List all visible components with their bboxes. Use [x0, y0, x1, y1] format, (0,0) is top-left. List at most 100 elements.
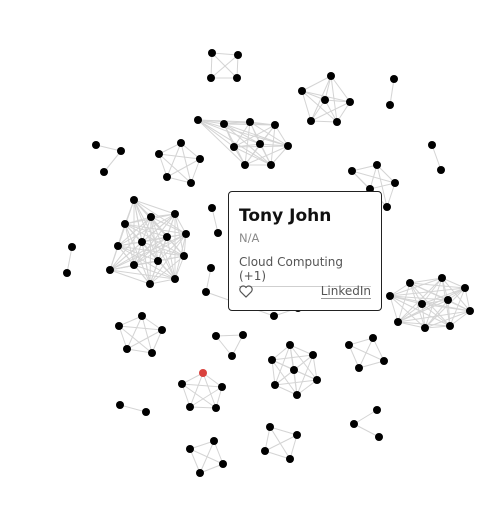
graph-node[interactable]	[180, 252, 188, 260]
graph-node[interactable]	[106, 266, 114, 274]
graph-node[interactable]	[293, 391, 301, 399]
graph-node[interactable]	[461, 284, 469, 292]
graph-node[interactable]	[178, 380, 186, 388]
graph-node[interactable]	[116, 401, 124, 409]
graph-node[interactable]	[271, 121, 279, 129]
graph-node[interactable]	[438, 274, 446, 282]
graph-node[interactable]	[202, 288, 210, 296]
graph-node[interactable]	[386, 101, 394, 109]
graph-node[interactable]	[214, 229, 222, 237]
graph-node[interactable]	[171, 275, 179, 283]
graph-node[interactable]	[261, 447, 269, 455]
graph-node[interactable]	[208, 49, 216, 57]
graph-node[interactable]	[155, 150, 163, 158]
graph-node[interactable]	[196, 155, 204, 163]
profile-tags[interactable]: Cloud Computing (+1)	[239, 255, 371, 287]
graph-node[interactable]	[446, 322, 454, 330]
graph-node[interactable]	[313, 376, 321, 384]
graph-node[interactable]	[123, 345, 131, 353]
graph-node[interactable]	[307, 117, 315, 125]
graph-node[interactable]	[230, 143, 238, 151]
graph-node[interactable]	[146, 280, 154, 288]
graph-node[interactable]	[130, 261, 138, 269]
graph-node[interactable]	[219, 460, 227, 468]
graph-node[interactable]	[373, 161, 381, 169]
graph-node[interactable]	[444, 296, 452, 304]
graph-node[interactable]	[270, 312, 278, 320]
graph-node[interactable]	[114, 242, 122, 250]
graph-node[interactable]	[130, 196, 138, 204]
graph-node[interactable]	[220, 120, 228, 128]
graph-node[interactable]	[309, 351, 317, 359]
graph-node[interactable]	[333, 118, 341, 126]
graph-node[interactable]	[298, 87, 306, 95]
graph-node[interactable]	[117, 147, 125, 155]
graph-node[interactable]	[154, 257, 162, 265]
graph-node[interactable]	[186, 403, 194, 411]
graph-node[interactable]	[100, 168, 108, 176]
graph-node[interactable]	[233, 74, 241, 82]
graph-node[interactable]	[286, 341, 294, 349]
graph-node[interactable]	[212, 332, 220, 340]
graph-node[interactable]	[386, 292, 394, 300]
graph-node[interactable]	[234, 51, 242, 59]
graph-node[interactable]	[284, 142, 292, 150]
graph-node[interactable]	[246, 118, 254, 126]
graph-node[interactable]	[182, 230, 190, 238]
graph-node[interactable]	[186, 445, 194, 453]
graph-node[interactable]	[375, 433, 383, 441]
graph-node[interactable]	[418, 300, 426, 308]
graph-node[interactable]	[171, 210, 179, 218]
graph-node[interactable]	[293, 431, 301, 439]
graph-node[interactable]	[212, 404, 220, 412]
graph-node[interactable]	[380, 357, 388, 365]
graph-node[interactable]	[138, 312, 146, 320]
graph-node[interactable]	[63, 269, 71, 277]
graph-node[interactable]	[121, 220, 129, 228]
graph-node[interactable]	[196, 469, 204, 477]
graph-node[interactable]	[355, 364, 363, 372]
graph-node[interactable]	[241, 161, 249, 169]
graph-node[interactable]	[218, 383, 226, 391]
graph-node[interactable]	[466, 307, 474, 315]
graph-node[interactable]	[290, 366, 298, 374]
graph-node[interactable]	[327, 72, 335, 80]
graph-node[interactable]	[437, 166, 445, 174]
graph-node[interactable]	[268, 356, 276, 364]
graph-node[interactable]	[383, 203, 391, 211]
graph-node[interactable]	[369, 334, 377, 342]
graph-node[interactable]	[373, 406, 381, 414]
graph-node[interactable]	[267, 161, 275, 169]
graph-node[interactable]	[207, 74, 215, 82]
graph-node[interactable]	[138, 238, 146, 246]
graph-node[interactable]	[92, 141, 100, 149]
graph-node[interactable]	[208, 204, 216, 212]
graph-node[interactable]	[271, 381, 279, 389]
graph-node[interactable]	[142, 408, 150, 416]
graph-node[interactable]	[163, 233, 171, 241]
graph-node[interactable]	[350, 420, 358, 428]
graph-node[interactable]	[266, 423, 274, 431]
graph-node[interactable]	[148, 349, 156, 357]
graph-node[interactable]	[390, 75, 398, 83]
heart-icon[interactable]	[239, 285, 253, 298]
graph-node[interactable]	[207, 264, 215, 272]
graph-node[interactable]	[68, 243, 76, 251]
graph-node[interactable]	[428, 141, 436, 149]
graph-node[interactable]	[239, 331, 247, 339]
graph-node[interactable]	[163, 173, 171, 181]
graph-node[interactable]	[194, 116, 202, 124]
graph-node[interactable]	[256, 140, 264, 148]
graph-node[interactable]	[115, 322, 123, 330]
graph-node[interactable]	[394, 318, 402, 326]
graph-node[interactable]	[228, 352, 236, 360]
graph-node[interactable]	[421, 324, 429, 332]
graph-node[interactable]	[406, 279, 414, 287]
graph-node[interactable]	[147, 213, 155, 221]
graph-node[interactable]	[286, 455, 294, 463]
graph-node[interactable]	[158, 326, 166, 334]
graph-node[interactable]	[177, 139, 185, 147]
graph-node[interactable]	[321, 96, 329, 104]
linkedin-link[interactable]: LinkedIn	[320, 284, 371, 299]
graph-node[interactable]	[346, 98, 354, 106]
